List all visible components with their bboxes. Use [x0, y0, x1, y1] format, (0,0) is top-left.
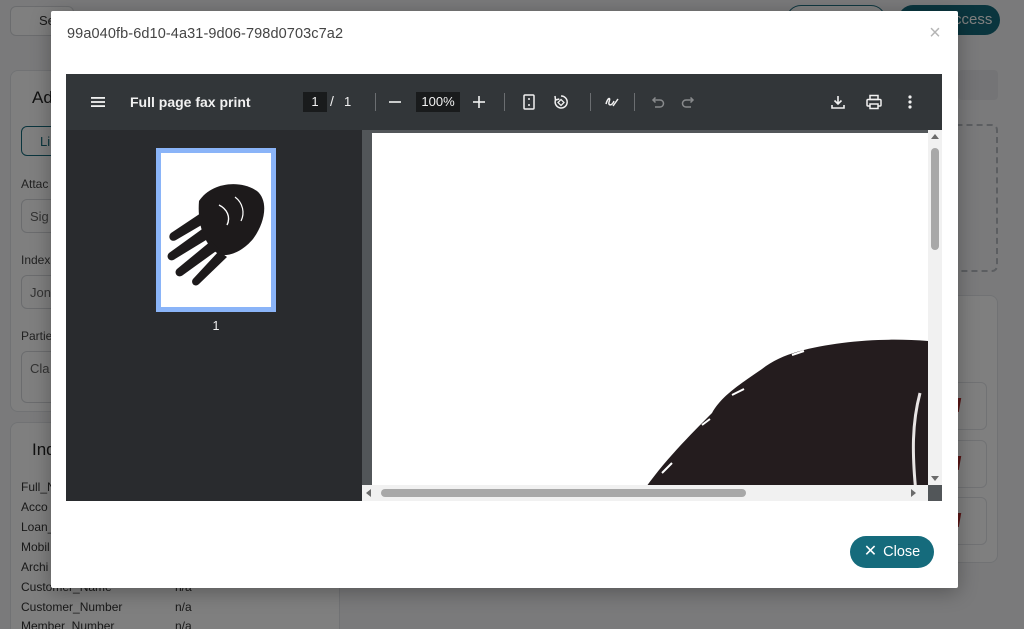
thumbnail-sidebar: 1: [66, 130, 362, 501]
undo-icon[interactable]: [646, 91, 668, 113]
print-icon[interactable]: [863, 91, 885, 113]
document-modal: 99a040fb-6d10-4a31-9d06-798d0703c7a2 × F…: [51, 11, 958, 588]
modal-title: 99a040fb-6d10-4a31-9d06-798d0703c7a2: [67, 26, 344, 42]
scroll-left-arrow-icon[interactable]: [366, 489, 371, 497]
scroll-up-arrow-icon[interactable]: [931, 134, 939, 139]
document-title: Full page fax print: [130, 94, 251, 110]
annotate-icon[interactable]: [601, 91, 623, 113]
modal-close-icon[interactable]: ×: [925, 23, 945, 43]
handprint-thumbnail-image: [167, 184, 265, 286]
toolbar-divider: [504, 93, 505, 111]
scroll-right-arrow-icon[interactable]: [911, 489, 916, 497]
more-options-icon[interactable]: [899, 91, 921, 113]
redo-icon[interactable]: [678, 91, 700, 113]
scroll-down-arrow-icon[interactable]: [931, 476, 939, 481]
close-icon: ✕: [863, 543, 878, 560]
page-number-input[interactable]: 1: [303, 92, 327, 112]
zoom-out-icon[interactable]: [384, 91, 406, 113]
rotate-icon[interactable]: [550, 91, 572, 113]
document-page: [372, 133, 928, 493]
horizontal-scrollbar[interactable]: [362, 485, 928, 501]
page-canvas-area[interactable]: [362, 130, 942, 501]
toolbar-divider: [634, 93, 635, 111]
toolbar-divider: [375, 93, 376, 111]
zoom-level-input[interactable]: 100%: [416, 92, 460, 112]
menu-icon[interactable]: [87, 91, 109, 113]
page-separator: /: [330, 93, 334, 109]
fit-page-icon[interactable]: [518, 91, 540, 113]
close-button[interactable]: ✕ Close: [850, 536, 934, 568]
horizontal-scroll-thumb[interactable]: [381, 489, 746, 497]
zoom-in-icon[interactable]: [468, 91, 490, 113]
page-total: 1: [344, 94, 352, 109]
pdf-viewer: Full page fax print 1 / 1 100% 1: [66, 74, 942, 501]
vertical-scrollbar[interactable]: [928, 130, 942, 485]
handprint-page-image: [642, 339, 928, 493]
page-thumbnail[interactable]: [156, 148, 276, 312]
download-icon[interactable]: [827, 91, 849, 113]
close-button-label: Close: [883, 544, 921, 560]
pdf-toolbar: Full page fax print 1 / 1 100%: [66, 74, 942, 130]
thumbnail-page-number: 1: [212, 319, 220, 333]
vertical-scroll-thumb[interactable]: [931, 148, 939, 250]
toolbar-divider: [590, 93, 591, 111]
